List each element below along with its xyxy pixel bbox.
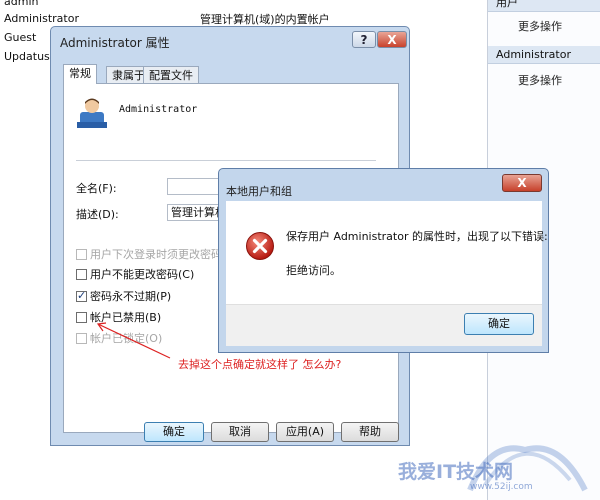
username-label: Administrator xyxy=(119,104,198,115)
error-icon xyxy=(246,232,274,260)
tab-general[interactable]: 常规 xyxy=(63,64,97,84)
checkbox[interactable] xyxy=(76,269,87,280)
user-icon xyxy=(77,98,107,128)
checkbox-label: 密码永不过期(P) xyxy=(90,290,172,303)
titlebar[interactable]: Administrator 属性 ? X xyxy=(51,27,409,55)
watermark-url: www.52ij.com xyxy=(470,482,533,492)
actions-header: Administrator xyxy=(488,46,600,64)
checkbox-must-change-password[interactable]: 用户下次登录时须更改密码(M) xyxy=(76,247,240,263)
dialog-title: Administrator 属性 xyxy=(60,36,170,50)
more-actions-link[interactable]: 更多操作 xyxy=(518,72,562,88)
apply-button[interactable]: 应用(A) xyxy=(276,422,334,442)
tab-profile[interactable]: 配置文件 xyxy=(143,66,199,83)
error-footer: 确定 xyxy=(226,304,542,346)
error-ok-button[interactable]: 确定 xyxy=(464,313,534,335)
user-description: 管理计算机(域)的内置帐户 xyxy=(200,13,330,26)
error-message: 保存用户 Administrator 的属性时，出现了以下错误: xyxy=(286,230,548,243)
description-label: 描述(D): xyxy=(76,208,119,221)
checkbox-cannot-change-password[interactable]: 用户不能更改密码(C) xyxy=(76,267,194,283)
annotation-arrow xyxy=(96,322,171,359)
checkbox-label: 用户不能更改密码(C) xyxy=(90,268,195,281)
checkbox-password-never-expires[interactable]: 密码永不过期(P) xyxy=(76,288,172,305)
actions-header: 用户 xyxy=(488,0,600,12)
annotation-text: 去掉这个点确定就这样了 怎么办? xyxy=(178,358,342,371)
checkbox[interactable] xyxy=(76,288,87,304)
ok-button[interactable]: 确定 xyxy=(144,422,204,442)
list-item[interactable]: Administrator xyxy=(4,11,79,27)
help-text-button[interactable]: 帮助 xyxy=(341,422,399,442)
close-button[interactable]: X xyxy=(502,174,542,192)
full-name-label: 全名(F): xyxy=(76,182,117,195)
divider xyxy=(76,160,376,161)
watermark-text: 我爱IT技术网 xyxy=(398,461,514,483)
error-dialog: 本地用户和组 X 保存用户 Administrator 的属性时，出现了以下错误… xyxy=(218,168,549,353)
error-body: 保存用户 Administrator 的属性时，出现了以下错误: 拒绝访问。 xyxy=(226,201,548,304)
more-actions-link[interactable]: 更多操作 xyxy=(518,18,562,34)
checkbox[interactable] xyxy=(76,312,87,323)
checkbox[interactable] xyxy=(76,249,87,260)
list-item[interactable]: admin xyxy=(4,0,38,10)
checkbox[interactable] xyxy=(76,333,87,344)
close-button[interactable]: X xyxy=(377,31,407,48)
cancel-button[interactable]: 取消 xyxy=(211,422,269,442)
help-button[interactable]: ? xyxy=(352,31,376,48)
error-detail: 拒绝访问。 xyxy=(286,264,341,277)
list-item[interactable]: Guest xyxy=(4,30,36,46)
error-dialog-title: 本地用户和组 xyxy=(226,185,292,198)
